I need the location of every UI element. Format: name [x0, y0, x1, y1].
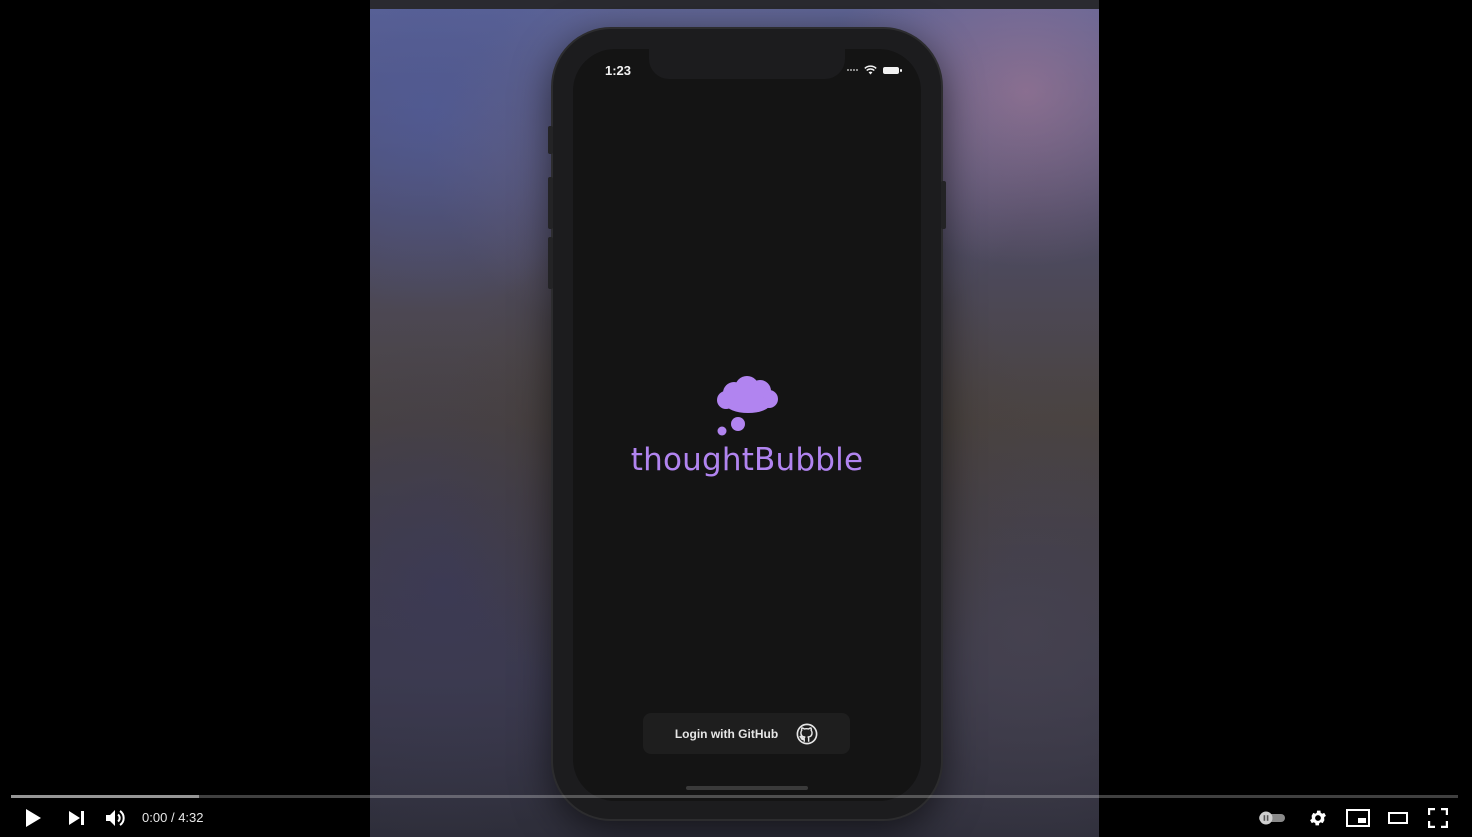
phone-volume-down	[548, 237, 553, 289]
phone-screen: 1:23 thoughtBubble Login with GitHub	[573, 49, 921, 801]
player-controls: 0:00 / 4:32	[0, 800, 1472, 837]
theater-mode-button[interactable]	[1386, 806, 1410, 830]
miniplayer-icon	[1346, 809, 1370, 827]
play-icon	[26, 809, 41, 827]
github-icon	[796, 723, 818, 744]
volume-button[interactable]	[103, 806, 129, 830]
phone-mockup: 1:23 thoughtBubble Login with GitHub	[548, 29, 946, 819]
status-bar-time: 1:23	[605, 63, 632, 78]
autoplay-toggle[interactable]	[1257, 806, 1287, 830]
app-logo: thoughtBubble	[573, 374, 921, 478]
next-icon	[69, 811, 84, 825]
fullscreen-icon	[1428, 808, 1448, 828]
wifi-icon	[864, 65, 877, 75]
video-top-strip	[370, 0, 1099, 9]
cellular-signal-icon	[847, 69, 858, 71]
phone-volume-up	[548, 177, 553, 229]
volume-icon	[106, 810, 125, 826]
app-name: thoughtBubble	[630, 442, 864, 478]
miniplayer-button[interactable]	[1345, 806, 1371, 830]
phone-notch	[649, 49, 845, 79]
play-button[interactable]	[20, 806, 46, 830]
autoplay-toggle-icon	[1259, 811, 1285, 825]
home-indicator	[686, 786, 808, 790]
time-separator: /	[170, 810, 175, 825]
progress-buffered	[11, 795, 200, 798]
next-button[interactable]	[65, 806, 89, 830]
time-display: 0:00 / 4:32	[142, 810, 204, 825]
phone-mute-switch	[548, 126, 553, 154]
thought-bubble-icon	[717, 376, 778, 436]
login-button-label: Login with GitHub	[674, 726, 779, 741]
duration: 4:32	[178, 810, 204, 825]
settings-button[interactable]	[1306, 806, 1330, 830]
login-with-github-button[interactable]: Login with GitHub	[643, 713, 850, 754]
battery-icon	[883, 66, 902, 74]
video-frame[interactable]: 1:23 thoughtBubble Login with GitHub	[370, 0, 1099, 837]
status-bar-icons	[847, 65, 902, 75]
current-time: 0:00	[142, 810, 168, 825]
theater-mode-icon	[1388, 812, 1408, 824]
progress-bar[interactable]	[11, 795, 1458, 798]
settings-gear-icon	[1310, 810, 1326, 826]
phone-power-button	[941, 181, 946, 229]
video-player: 1:23 thoughtBubble Login with GitHub 0:0…	[0, 0, 1472, 837]
fullscreen-button[interactable]	[1425, 806, 1451, 830]
